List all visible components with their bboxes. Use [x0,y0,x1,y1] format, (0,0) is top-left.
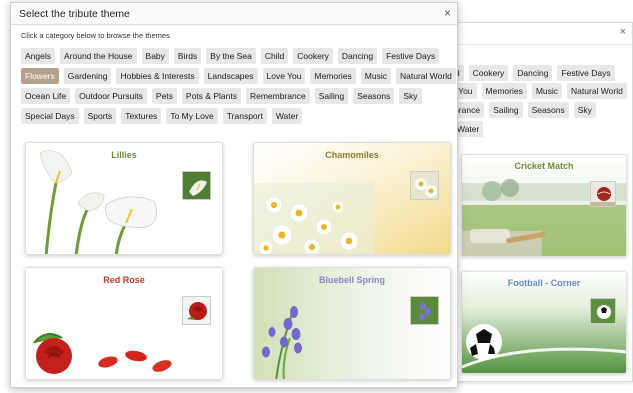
dialog-header: Select the tribute theme × [11,3,457,25]
theme-title: Red Rose [103,275,145,285]
screen: × ld Cookery Dancing Festive Days ve You… [0,0,633,393]
category-special-days[interactable]: Special Days [21,108,79,124]
background-category[interactable]: Seasons [527,102,569,118]
category-row: Special Days Sports Textures To My Love … [21,108,303,124]
category-sports[interactable]: Sports [83,108,117,124]
theme-card-red-rose[interactable]: Red Rose [25,267,223,380]
category-cookery[interactable]: Cookery [293,48,333,64]
close-icon[interactable]: × [444,6,451,20]
theme-card-chamomiles[interactable]: Chamomiles [253,142,451,255]
category-around-the-house[interactable]: Around the House [60,48,137,64]
background-theme-dialog: × ld Cookery Dancing Festive Days ve You… [440,22,633,382]
category-pots-plants[interactable]: Pots & Plants [181,88,241,104]
theme-card-bluebell-spring[interactable]: Bluebell Spring [253,267,451,380]
category-row: Flowers Gardening Hobbies & Interests La… [21,68,456,84]
theme-title: Lillies [111,150,137,160]
background-category[interactable]: Sailing [489,102,523,118]
category-memories[interactable]: Memories [310,68,356,84]
theme-title: Bluebell Spring [318,275,385,285]
category-to-my-love[interactable]: To My Love [166,108,218,124]
category-landscapes[interactable]: Landscapes [203,68,258,84]
background-category[interactable]: Festive Days [557,65,615,81]
category-water[interactable]: Water [271,108,303,124]
category-ocean-life[interactable]: Ocean Life [21,88,71,104]
instruction-text: Click a category below to browse the the… [21,31,170,40]
background-category[interactable]: Dancing [513,65,553,81]
background-category[interactable]: Music [531,83,563,99]
category-seasons[interactable]: Seasons [353,88,395,104]
theme-card-football-corner[interactable]: Football - Corner [461,271,627,374]
category-music[interactable]: Music [360,68,391,84]
category-flowers[interactable]: Flowers [21,68,59,84]
theme-card-lillies[interactable]: Lillies [25,142,223,255]
background-dialog-header: × [441,23,632,45]
category-angels[interactable]: Angels [21,48,55,64]
tribute-theme-dialog: Select the tribute theme × Click a categ… [10,2,458,388]
category-transport[interactable]: Transport [222,108,267,124]
background-category[interactable]: Sky [573,102,596,118]
category-birds[interactable]: Birds [173,48,202,64]
category-dancing[interactable]: Dancing [337,48,378,64]
category-gardening[interactable]: Gardening [63,68,112,84]
background-category[interactable]: Cookery [468,65,509,81]
category-natural-world[interactable]: Natural World [396,68,456,84]
category-row: Angels Around the House Baby Birds By th… [21,48,440,64]
category-remembrance[interactable]: Remembrance [245,88,310,104]
red-rose-thumbnail [182,296,211,325]
chamomiles-thumbnail [410,171,439,200]
category-festive-days[interactable]: Festive Days [382,48,440,64]
theme-card-cricket-match[interactable]: Cricket Match [461,154,627,257]
theme-title: Chamomiles [325,150,379,160]
category-sky[interactable]: Sky [399,88,422,104]
lillies-thumbnail [182,171,211,200]
category-child[interactable]: Child [260,48,289,64]
category-hobbies-interests[interactable]: Hobbies & Interests [116,68,199,84]
background-category[interactable]: Memories [481,83,527,99]
bluebell-thumbnail [410,296,439,325]
category-by-the-sea[interactable]: By the Sea [206,48,256,64]
dialog-title: Select the tribute theme [19,8,130,20]
football-thumbnail [590,298,616,324]
category-baby[interactable]: Baby [141,48,169,64]
cricket-thumbnail [590,181,616,207]
category-textures[interactable]: Textures [121,108,162,124]
category-pets[interactable]: Pets [151,88,177,104]
background-category[interactable]: Natural World [567,83,627,99]
category-love-you[interactable]: Love You [262,68,306,84]
category-sailing[interactable]: Sailing [314,88,349,104]
theme-title: Football - Corner [507,278,581,288]
theme-title: Cricket Match [514,161,574,171]
category-row: Ocean Life Outdoor Pursuits Pets Pots & … [21,88,422,104]
category-outdoor-pursuits[interactable]: Outdoor Pursuits [75,88,147,104]
background-close-icon[interactable]: × [620,26,626,38]
